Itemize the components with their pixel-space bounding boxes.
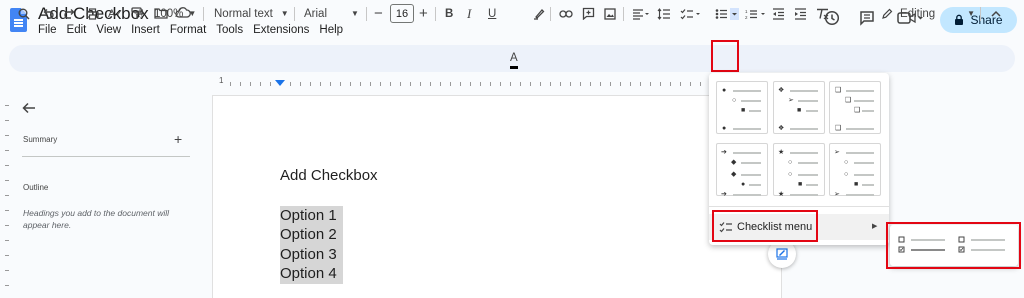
underline-button[interactable]: U — [488, 0, 496, 27]
summary-label: Summary — [23, 135, 58, 144]
pencil-icon — [882, 8, 893, 19]
toolbar-divider — [435, 7, 436, 21]
comments-icon[interactable] — [859, 10, 875, 31]
chevron-down-icon: ▼ — [188, 9, 197, 18]
outline-label: Outline — [23, 183, 49, 192]
paint-format-icon[interactable] — [131, 0, 143, 27]
redo-icon[interactable] — [64, 0, 76, 27]
bulleted-list-button[interactable] — [715, 0, 739, 27]
style-select[interactable]: Normal text ▼ — [214, 0, 289, 27]
chevron-down-icon: ▼ — [280, 9, 289, 18]
svg-text:1: 1 — [745, 9, 748, 14]
zoom-value: 100% — [154, 7, 184, 20]
clear-formatting-icon[interactable] — [816, 0, 830, 27]
font-size-input[interactable]: 16 — [390, 4, 414, 23]
bullet-preset-arrowhead-circle[interactable]: ➢ ○ ○ ■ ➢ — [829, 143, 881, 198]
highlight-icon[interactable] — [533, 0, 545, 27]
text-color-button[interactable]: A — [510, 49, 518, 69]
option-line-2[interactable]: Option 2 — [280, 225, 343, 245]
bullet-preset-checkbox-squares[interactable]: ❑ ❑ ❑ ❑ — [829, 81, 881, 134]
highlight-checklist-submenu — [886, 222, 1021, 269]
toolbar-divider — [294, 7, 295, 21]
svg-text:2: 2 — [745, 15, 748, 20]
chevron-down-icon: ▼ — [351, 9, 359, 18]
document-heading[interactable]: Add Checkbox — [280, 167, 378, 184]
option-line-3[interactable]: Option 3 — [280, 245, 343, 265]
decrease-indent-icon[interactable] — [772, 0, 785, 27]
style-value: Normal text — [214, 7, 273, 20]
option-line-4[interactable]: Option 4 — [280, 264, 343, 284]
bullet-preset-star-circle[interactable]: ★ ○ ○ ■ ★ — [773, 143, 825, 198]
menu-divider — [709, 206, 889, 207]
hide-menus-icon[interactable] — [991, 0, 1001, 27]
decrease-font-size-button[interactable]: − — [374, 0, 383, 27]
spelling-icon[interactable]: A ✓ — [108, 0, 123, 27]
add-comment-icon[interactable] — [582, 0, 595, 27]
editing-mode-label: Editing — [900, 7, 936, 20]
submenu-arrow-icon: ▶ — [872, 223, 878, 230]
increase-indent-icon[interactable] — [794, 0, 807, 27]
toolbar-divider — [203, 7, 204, 21]
horizontal-ruler: 1 — [212, 76, 782, 88]
toolbar-divider — [623, 7, 624, 21]
docs-window: Add Checkbox ☆ File Edit View Insert For… — [0, 0, 1024, 298]
highlight-bullet-button — [711, 40, 739, 72]
ruler-number: 1 — [219, 76, 224, 85]
zoom-select[interactable]: 100% ▼ — [154, 0, 196, 27]
increase-font-size-button[interactable]: + — [419, 0, 428, 27]
bullet-preset-filled-hollow-square[interactable]: ● ○ ■ ● — [716, 81, 768, 134]
add-summary-button[interactable]: + — [174, 131, 182, 147]
toolbar-divider — [550, 7, 551, 21]
editing-mode-select[interactable]: Editing ▼ — [881, 0, 975, 27]
link-icon[interactable] — [559, 0, 573, 27]
option-line-1[interactable]: Option 1 — [280, 206, 343, 226]
close-outline-arrow-icon[interactable] — [22, 98, 36, 119]
bullet-preset-diamond-arrow[interactable]: ❖ ➢ ■ ❖ — [773, 81, 825, 134]
chevron-down-icon: ▼ — [967, 9, 976, 18]
checklist-toolbar-icon[interactable] — [680, 0, 702, 27]
print-icon[interactable] — [86, 0, 99, 27]
toolbar-divider — [980, 7, 981, 21]
outline-hint: Headings you add to the document will ap… — [23, 208, 170, 230]
search-menus-icon[interactable] — [18, 0, 30, 27]
bold-button[interactable]: B — [445, 0, 453, 27]
italic-button[interactable]: I — [467, 0, 471, 27]
highlight-checklist-menu — [712, 210, 818, 242]
panel-divider — [22, 156, 190, 157]
font-select[interactable]: Arial ▼ — [304, 0, 359, 27]
toolbar-divider — [366, 7, 367, 21]
align-icon[interactable] — [632, 0, 650, 27]
font-value: Arial — [304, 7, 328, 20]
bullet-preset-arrow-diamond[interactable]: ➔ ◆ ◆ ● ➔ — [716, 143, 768, 198]
indent-marker[interactable] — [275, 80, 285, 86]
undo-icon[interactable] — [42, 0, 54, 27]
line-spacing-icon[interactable] — [657, 0, 671, 27]
insert-image-icon[interactable] — [604, 0, 616, 27]
numbered-list-icon[interactable]: 12 — [745, 0, 767, 27]
